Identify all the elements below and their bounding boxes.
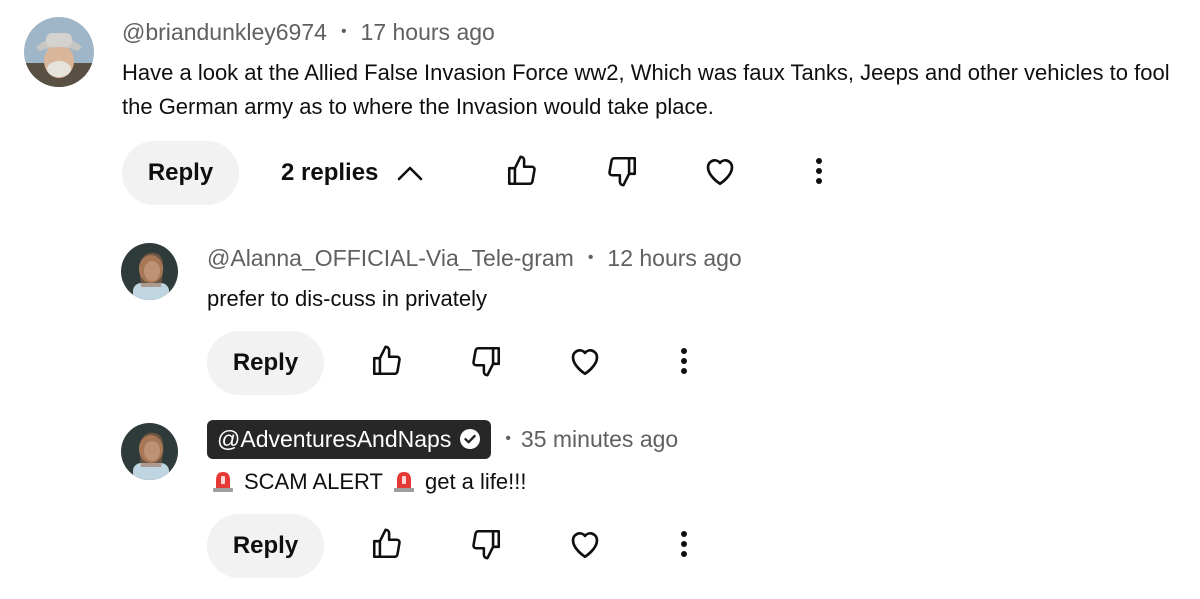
dislike-button[interactable] — [466, 526, 506, 566]
comment-text: prefer to dis-cuss in privately — [207, 286, 487, 311]
more-vert-icon — [815, 157, 823, 190]
like-button[interactable] — [367, 526, 407, 566]
dislike-button[interactable] — [602, 153, 642, 193]
heart-icon — [567, 343, 603, 384]
heart-icon — [567, 526, 603, 567]
comment-header: @Alanna_OFFICIAL-Via_Tele-gram • 12 hour… — [207, 244, 742, 272]
avatar[interactable] — [121, 423, 178, 480]
reply-button[interactable]: Reply — [207, 514, 324, 578]
comment-header: @briandunkley6974 • 17 hours ago — [122, 18, 495, 46]
heart-button[interactable] — [700, 153, 740, 193]
comment-actions: Reply 2 replies — [0, 141, 1200, 205]
timestamp[interactable]: 12 hours ago — [607, 245, 741, 272]
like-button[interactable] — [502, 153, 542, 193]
heart-button[interactable] — [565, 526, 605, 566]
comment-actions: Reply — [0, 331, 1200, 395]
chevron-up-icon — [396, 163, 424, 183]
author-handle[interactable]: @Alanna_OFFICIAL-Via_Tele-gram — [207, 245, 574, 272]
dislike-button[interactable] — [466, 343, 506, 383]
thumbs-up-icon — [370, 344, 404, 383]
more-vert-icon — [680, 347, 688, 380]
like-button[interactable] — [367, 343, 407, 383]
police-light-emoji — [391, 469, 417, 503]
separator-dot: • — [505, 430, 511, 447]
reply-button[interactable]: Reply — [207, 331, 324, 395]
comment-actions: Reply — [0, 514, 1200, 578]
replies-toggle-button[interactable]: 2 replies — [281, 141, 424, 205]
thumbs-down-icon — [469, 344, 503, 383]
reply-button[interactable]: Reply — [122, 141, 239, 205]
timestamp[interactable]: 17 hours ago — [361, 19, 495, 46]
avatar[interactable] — [121, 243, 178, 300]
heart-icon — [702, 153, 738, 194]
thumbs-up-icon — [370, 527, 404, 566]
separator-dot: • — [340, 23, 347, 40]
author-handle[interactable]: @briandunkley6974 — [122, 19, 327, 46]
comment-text-part2: get a life!!! — [424, 469, 527, 494]
comment-header: @AdventuresAndNaps • 35 minutes ago — [207, 419, 678, 459]
verified-check-icon — [459, 428, 481, 450]
thumbs-up-icon — [505, 154, 539, 193]
comment-text-part1: SCAM ALERT — [244, 469, 383, 494]
more-actions-button[interactable] — [664, 343, 704, 383]
timestamp[interactable]: 35 minutes ago — [521, 426, 678, 453]
separator-dot: • — [587, 249, 594, 266]
replies-count-label: 2 replies — [281, 159, 379, 186]
author-handle: @AdventuresAndNaps — [217, 425, 452, 452]
more-actions-button[interactable] — [664, 526, 704, 566]
police-light-emoji — [210, 469, 236, 503]
more-vert-icon — [680, 530, 688, 563]
thumbs-down-icon — [605, 154, 639, 193]
more-actions-button[interactable] — [799, 153, 839, 193]
thumbs-down-icon — [469, 527, 503, 566]
avatar[interactable] — [24, 17, 94, 87]
author-handle-pill[interactable]: @AdventuresAndNaps — [207, 419, 492, 459]
heart-button[interactable] — [565, 343, 605, 383]
comment-text: Have a look at the Allied False Invasion… — [122, 60, 1170, 119]
comment-text: SCAM ALERT get a life!!! — [210, 465, 527, 503]
